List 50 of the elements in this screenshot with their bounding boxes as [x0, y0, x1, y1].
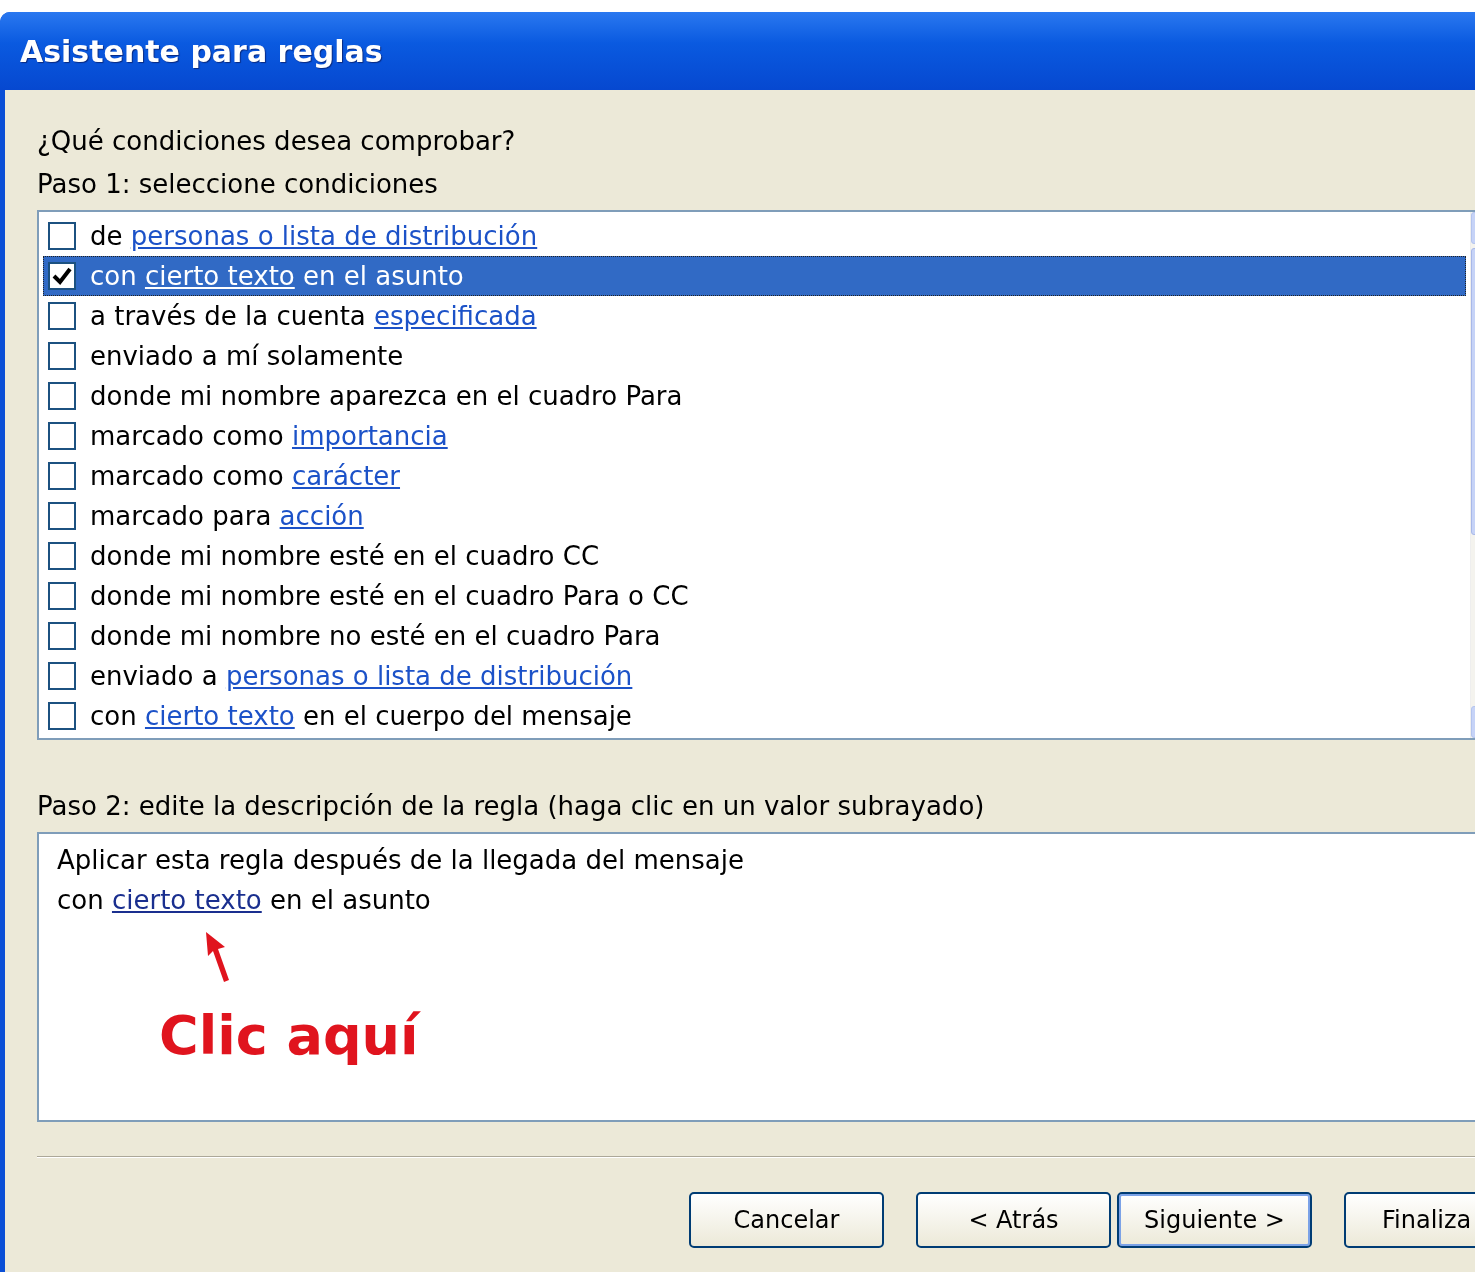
- checkbox[interactable]: [48, 302, 76, 330]
- dialog-button[interactable]: Finaliza: [1344, 1192, 1475, 1248]
- condition-item[interactable]: con cierto texto en el cuerpo del mensaje: [43, 696, 1466, 736]
- description-line: con cierto texto en el asunto: [57, 884, 432, 917]
- checkbox[interactable]: [48, 342, 76, 370]
- checkbox[interactable]: [48, 502, 76, 530]
- condition-text: donde mi nombre no esté en el cuadro Para: [90, 621, 661, 651]
- condition-text: con cierto texto en el cuerpo del mensaje: [90, 701, 632, 731]
- condition-item[interactable]: enviado a personas o lista de distribución: [43, 656, 1466, 696]
- checkbox[interactable]: [48, 382, 76, 410]
- condition-text: marcado como importancia: [90, 421, 448, 451]
- question-text: ¿Qué condiciones desea comprobar?: [37, 125, 517, 158]
- checkbox[interactable]: [48, 582, 76, 610]
- step-label: Paso 2: edite la descripción de la regla (haga clic en un valor subrayado): [37, 790, 986, 823]
- condition-text: marcado para acción: [90, 501, 364, 531]
- checkbox[interactable]: [48, 422, 76, 450]
- checkbox[interactable]: [48, 702, 76, 730]
- condition-item[interactable]: de personas o lista de distribución: [43, 216, 1466, 256]
- condition-text: donde mi nombre esté en el cuadro CC: [90, 541, 600, 571]
- condition-item[interactable]: marcado para acción: [43, 496, 1466, 536]
- annotation-text: Clic aquí: [159, 1004, 419, 1067]
- condition-item[interactable]: donde mi nombre esté en el cuadro Para o CC: [43, 576, 1466, 616]
- condition-item[interactable]: a través de la cuenta especificada: [43, 296, 1466, 336]
- condition-text: enviado a mí solamente: [90, 341, 404, 371]
- dialog-button[interactable]: Cancelar: [689, 1192, 884, 1248]
- condition-item[interactable]: marcado como carácter: [43, 456, 1466, 496]
- condition-item[interactable]: con cierto texto en el asunto: [43, 256, 1466, 296]
- checkbox[interactable]: [48, 662, 76, 690]
- condition-text: marcado como carácter: [90, 461, 400, 491]
- condition-item[interactable]: marcado como importancia: [43, 416, 1466, 456]
- description-line: Aplicar esta regla después de la llegada del mensaje: [57, 844, 745, 877]
- condition-text: enviado a personas o lista de distribución: [90, 661, 633, 691]
- dialog-button[interactable]: Siguiente >: [1117, 1192, 1312, 1248]
- condition-text: de personas o lista de distribución: [90, 221, 538, 251]
- condition-item[interactable]: enviado a mí solamente: [43, 336, 1466, 376]
- checkbox[interactable]: [48, 222, 76, 250]
- dialog-button[interactable]: < Atrás: [916, 1192, 1111, 1248]
- checkbox[interactable]: [48, 462, 76, 490]
- checkbox[interactable]: [48, 262, 76, 290]
- condition-item[interactable]: donde mi nombre esté en el cuadro CC: [43, 536, 1466, 576]
- condition-text: con cierto texto en el asunto: [90, 261, 464, 291]
- condition-item[interactable]: donde mi nombre no esté en el cuadro Para: [43, 616, 1466, 656]
- condition-text: donde mi nombre aparezca en el cuadro Para: [90, 381, 683, 411]
- checkbox[interactable]: [48, 542, 76, 570]
- condition-item[interactable]: donde mi nombre aparezca en el cuadro Para: [43, 376, 1466, 416]
- condition-text: a través de la cuenta especificada: [90, 301, 537, 331]
- window-title: Asistente para reglas: [20, 33, 383, 69]
- step-label: Paso 1: seleccione condiciones: [37, 168, 439, 201]
- checkbox[interactable]: [48, 622, 76, 650]
- condition-text: donde mi nombre esté en el cuadro Para o CC: [90, 581, 689, 611]
